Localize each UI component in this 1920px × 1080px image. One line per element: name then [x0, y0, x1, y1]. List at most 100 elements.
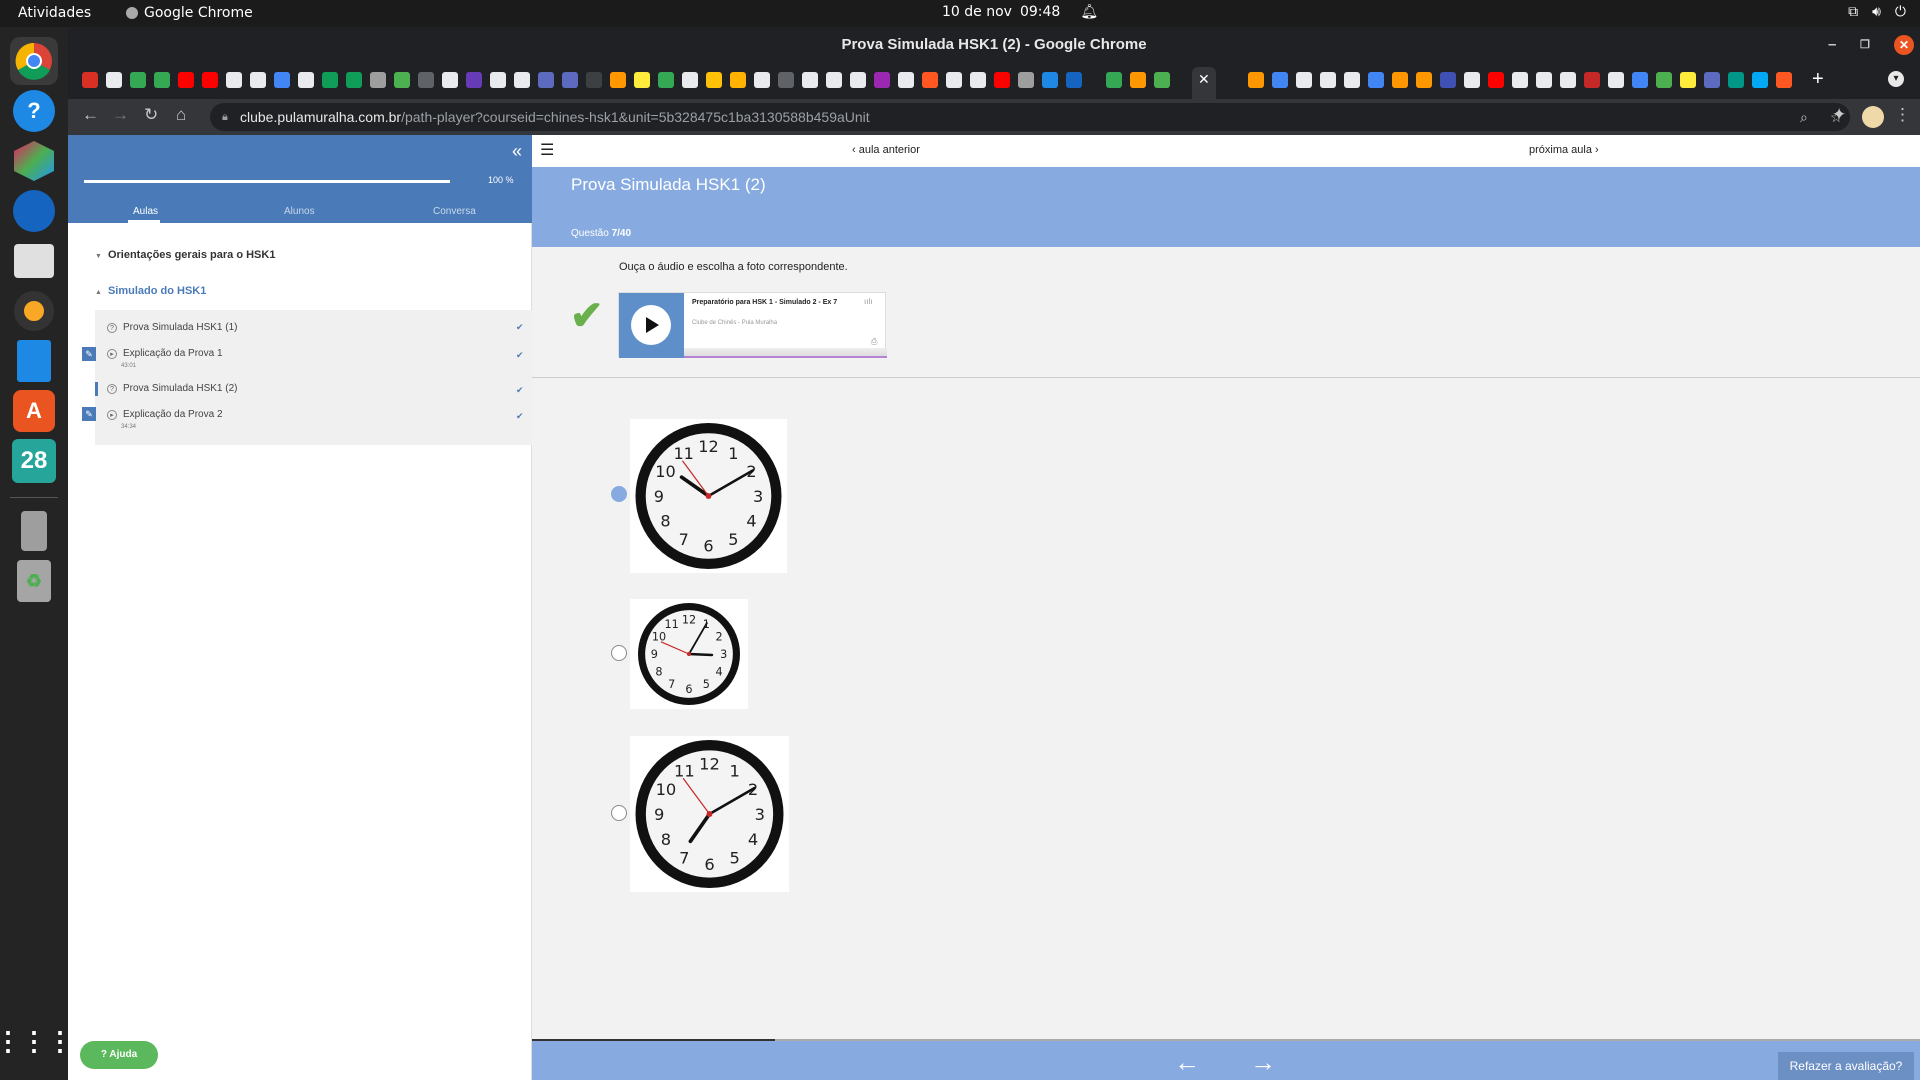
tab-favicon[interactable] [1344, 72, 1360, 88]
tab-favicon[interactable] [1272, 72, 1288, 88]
tab-favicon[interactable] [1560, 72, 1576, 88]
tab-favicon[interactable] [514, 72, 530, 88]
hamburger-menu-icon[interactable]: ☰ [540, 140, 554, 160]
tab-favicon[interactable] [106, 72, 122, 88]
close-tab-icon[interactable]: ✕ [1198, 71, 1210, 88]
files-icon[interactable] [10, 237, 58, 285]
previous-question-arrow-icon[interactable]: ← [1174, 1047, 1200, 1078]
tab-conversa[interactable]: Conversa [433, 206, 476, 217]
back-icon[interactable]: ← [82, 105, 99, 125]
forward-icon[interactable]: → [112, 105, 129, 125]
tab-favicon[interactable] [130, 72, 146, 88]
tab-favicon[interactable] [394, 72, 410, 88]
audio-waveform[interactable] [684, 348, 887, 358]
tab-favicon[interactable] [802, 72, 818, 88]
cube-app-icon[interactable] [10, 137, 58, 185]
tab-favicon[interactable] [730, 72, 746, 88]
tab-favicon[interactable] [346, 72, 362, 88]
help-icon[interactable]: ? [10, 87, 58, 135]
tab-favicon[interactable] [1464, 72, 1480, 88]
tab-favicon[interactable] [1608, 72, 1624, 88]
lesson-item[interactable]: ? Prova Simulada HSK1 (1) [107, 322, 238, 333]
tab-favicon[interactable] [1018, 72, 1034, 88]
tab-favicon[interactable] [970, 72, 986, 88]
removable-drive-icon[interactable] [10, 507, 58, 555]
tab-favicon[interactable] [826, 72, 842, 88]
help-button[interactable]: ? Ajuda [80, 1041, 158, 1069]
lesson-item[interactable]: ▸ Explicação da Prova 2 [107, 409, 223, 420]
next-lesson-link[interactable]: próxima aula › [1529, 144, 1599, 156]
tab-favicon[interactable] [1728, 72, 1744, 88]
tab-favicon[interactable] [1042, 72, 1058, 88]
tab-favicon[interactable] [418, 72, 434, 88]
tab-favicon[interactable] [226, 72, 242, 88]
prev-lesson-link[interactable]: ‹ aula anterior [852, 144, 920, 156]
tab-favicon[interactable] [154, 72, 170, 88]
trash-icon[interactable]: ♻ [10, 557, 58, 605]
edit-note-icon[interactable]: ✎ [82, 407, 96, 421]
home-icon[interactable]: ⌂ [176, 105, 186, 125]
activities-button[interactable]: Atividades [18, 5, 91, 21]
edit-note-icon[interactable]: ✎ [82, 347, 96, 361]
tab-favicon[interactable] [466, 72, 482, 88]
section-orientacoes[interactable]: ▼ Orientações gerais para o HSK1 [95, 249, 275, 261]
tab-favicon[interactable] [850, 72, 866, 88]
tab-favicon[interactable] [1416, 72, 1432, 88]
option-clock-image[interactable]: 123456789101112 [630, 736, 789, 892]
tab-aulas[interactable]: Aulas [133, 206, 158, 217]
tab-favicon[interactable] [778, 72, 794, 88]
tab-favicon[interactable] [610, 72, 626, 88]
tab-favicon[interactable] [1130, 72, 1146, 88]
reload-icon[interactable]: ↻ [144, 105, 158, 125]
tab-favicon[interactable] [1066, 72, 1082, 88]
tab-search-button[interactable]: ▾ [1888, 71, 1904, 87]
tab-favicon[interactable] [538, 72, 554, 88]
system-tray[interactable]: ⧉ 🔊︎ ⏻ [1848, 4, 1906, 20]
tab-favicon[interactable] [442, 72, 458, 88]
tab-favicon[interactable] [1752, 72, 1768, 88]
tab-alunos[interactable]: Alunos [284, 206, 315, 217]
tab-favicon[interactable] [1392, 72, 1408, 88]
software-center-icon[interactable]: A [10, 387, 58, 435]
tab-favicon[interactable] [682, 72, 698, 88]
redo-assessment-button[interactable]: Refazer a avaliação? [1778, 1052, 1914, 1080]
tab-favicon[interactable] [634, 72, 650, 88]
tab-favicon[interactable] [562, 72, 578, 88]
calendar-icon[interactable]: 28 [10, 437, 58, 485]
address-bar[interactable]: 🔒︎ clube.pulamuralha.com.br/path-player?… [210, 103, 1850, 131]
tab-favicon[interactable] [1632, 72, 1648, 88]
tab-favicon[interactable] [1488, 72, 1504, 88]
close-window-button[interactable]: ✕ [1894, 35, 1914, 55]
next-question-arrow-icon[interactable]: → [1250, 1047, 1276, 1078]
tab-favicon[interactable] [706, 72, 722, 88]
tab-favicon[interactable] [1154, 72, 1170, 88]
tab-favicon[interactable] [1536, 72, 1552, 88]
tab-favicon[interactable] [586, 72, 602, 88]
tab-favicon[interactable] [178, 72, 194, 88]
tab-favicon[interactable] [1656, 72, 1672, 88]
thunderbird-icon[interactable] [10, 187, 58, 235]
tab-favicon[interactable] [1248, 72, 1264, 88]
app-menu[interactable]: Google Chrome [126, 5, 253, 21]
tab-favicon[interactable] [922, 72, 938, 88]
tab-favicon[interactable] [1320, 72, 1336, 88]
tab-favicon[interactable] [1440, 72, 1456, 88]
tab-favicon[interactable] [1776, 72, 1792, 88]
lesson-item[interactable]: ▸ Explicação da Prova 1 [107, 348, 223, 359]
tab-favicon[interactable] [1106, 72, 1122, 88]
tab-favicon[interactable] [994, 72, 1010, 88]
tab-favicon[interactable] [946, 72, 962, 88]
tab-favicon[interactable] [898, 72, 914, 88]
tab-favicon[interactable] [754, 72, 770, 88]
zoom-icon[interactable]: ⌕ [1800, 103, 1808, 131]
menu-kebab-icon[interactable]: ⋮ [1894, 105, 1911, 125]
tab-favicon[interactable] [370, 72, 386, 88]
tab-favicon[interactable] [490, 72, 506, 88]
tab-favicon[interactable] [1584, 72, 1600, 88]
tab-favicon[interactable] [1512, 72, 1528, 88]
tab-favicon[interactable] [298, 72, 314, 88]
rhythmbox-icon[interactable] [10, 287, 58, 335]
tab-favicon[interactable] [1296, 72, 1312, 88]
tab-favicon[interactable] [202, 72, 218, 88]
new-tab-button[interactable]: + [1812, 68, 1824, 91]
